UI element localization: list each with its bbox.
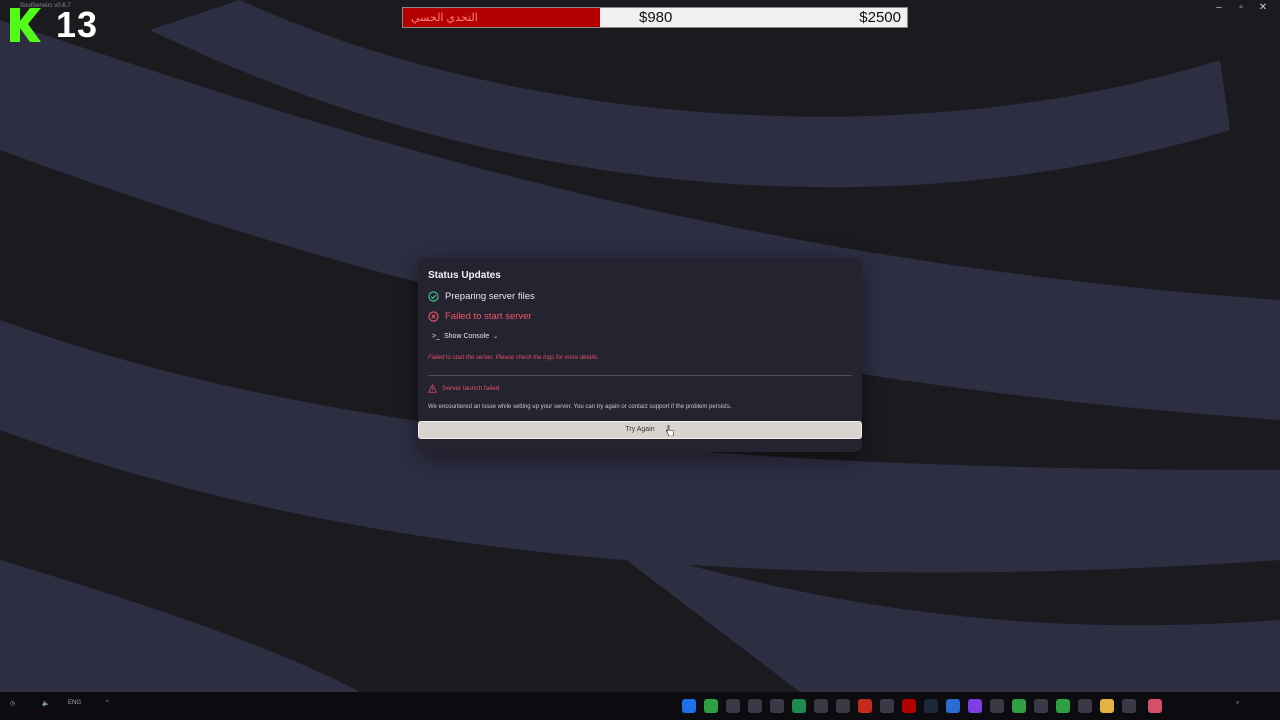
app-icon[interactable] bbox=[1056, 699, 1070, 713]
divider bbox=[428, 375, 852, 376]
app-icon[interactable] bbox=[990, 699, 1004, 713]
speaker-icon[interactable]: 🔈 bbox=[42, 700, 49, 707]
app-icon[interactable] bbox=[1034, 699, 1048, 713]
status-step-label: Failed to start server bbox=[445, 310, 532, 322]
app-icon[interactable] bbox=[770, 699, 784, 713]
k-logo-icon bbox=[10, 8, 41, 42]
app-icon[interactable] bbox=[880, 699, 894, 713]
try-again-button[interactable]: Try Again bbox=[418, 421, 862, 439]
app-icon[interactable] bbox=[968, 699, 982, 713]
chevron-down-icon: ⌄ bbox=[493, 334, 499, 340]
app-icon[interactable] bbox=[1078, 699, 1092, 713]
alert-title: Server launch failed bbox=[442, 385, 500, 392]
hand-cursor-icon bbox=[666, 425, 674, 436]
donation-progress-bar: التحدي الحسي $980 $2500 bbox=[402, 7, 908, 28]
donation-current: $980 bbox=[639, 9, 673, 26]
app-icon[interactable] bbox=[726, 699, 740, 713]
search-icon[interactable]: ⌕ bbox=[1236, 700, 1239, 707]
app-icon[interactable] bbox=[748, 699, 762, 713]
terminal-icon: >_ bbox=[432, 333, 440, 340]
status-title: Status Updates bbox=[428, 270, 501, 281]
app-icon[interactable] bbox=[1122, 699, 1136, 713]
error-message: Failed to start the server. Please check… bbox=[428, 355, 599, 361]
alert-title-row: Server launch failed bbox=[428, 384, 499, 393]
show-console-label: Show Console bbox=[443, 333, 490, 340]
status-panel: Status Updates Preparing server files Fa… bbox=[418, 258, 862, 452]
alert-description: We encountered an issue while setting up… bbox=[428, 404, 732, 410]
check-circle-icon bbox=[428, 290, 439, 302]
maximize-button[interactable]: ▫ bbox=[1230, 1, 1252, 15]
language-indicator[interactable]: ENG bbox=[68, 700, 81, 706]
close-button[interactable]: ✕ bbox=[1252, 1, 1274, 15]
status-step-label: Preparing server files bbox=[445, 290, 535, 302]
minimize-button[interactable]: – bbox=[1208, 1, 1230, 15]
app-icon[interactable] bbox=[1012, 699, 1026, 713]
show-console-button[interactable]: >_ Show Console ⌄ bbox=[432, 333, 498, 340]
steam-icon[interactable] bbox=[924, 699, 938, 713]
donation-goal: $2500 bbox=[859, 9, 901, 26]
xbox-icon[interactable] bbox=[704, 699, 718, 713]
folder-icon[interactable] bbox=[1100, 699, 1114, 713]
app-icon[interactable] bbox=[902, 699, 916, 713]
x-circle-icon bbox=[428, 310, 439, 322]
chevron-up-icon[interactable]: ^ bbox=[106, 700, 109, 706]
app-icon[interactable] bbox=[814, 699, 828, 713]
app-icon[interactable] bbox=[1148, 699, 1162, 713]
start-icon[interactable] bbox=[682, 699, 696, 713]
status-step-start: Failed to start server bbox=[428, 309, 532, 323]
app-icon[interactable] bbox=[836, 699, 850, 713]
system-tray-clock: ◷ bbox=[10, 701, 16, 707]
donation-label: التحدي الحسي bbox=[411, 12, 478, 24]
status-step-prepare: Preparing server files bbox=[428, 289, 535, 303]
app-icon[interactable] bbox=[858, 699, 872, 713]
warning-icon bbox=[428, 384, 437, 393]
overlay-counter: 13 bbox=[56, 4, 99, 45]
taskbar: ◷ 🔈 ENG ^ ⌕ bbox=[0, 692, 1280, 720]
app-icon[interactable] bbox=[792, 699, 806, 713]
app-icon[interactable] bbox=[946, 699, 960, 713]
